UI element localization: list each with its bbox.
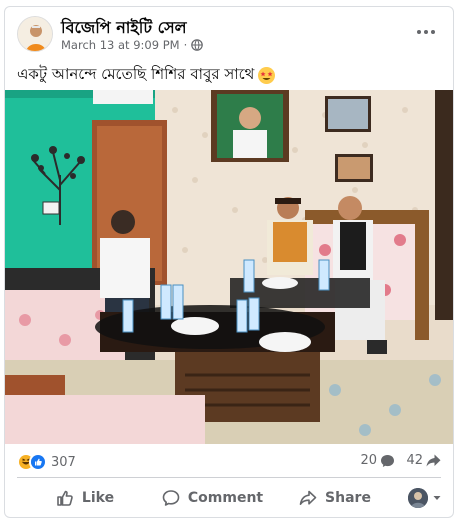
comment-count-value: 20 bbox=[360, 453, 377, 468]
reaction-summary[interactable]: 307 bbox=[17, 453, 76, 471]
like-button[interactable]: Like bbox=[25, 482, 145, 514]
caption-text: একটু আনন্দে মেতেছি শিশির বাবুর সাথে bbox=[17, 65, 255, 83]
comment-button[interactable]: Comment bbox=[145, 482, 280, 514]
page-avatar[interactable] bbox=[17, 16, 53, 52]
comment-count[interactable]: 20 bbox=[360, 453, 395, 468]
divider bbox=[17, 477, 441, 478]
like-icon bbox=[29, 453, 47, 471]
user-avatar bbox=[408, 488, 428, 508]
share-arrow-icon bbox=[426, 454, 441, 467]
share-label: Share bbox=[325, 490, 371, 506]
thumbs-up-icon bbox=[57, 490, 73, 506]
post-card: বিজেপি নাইটি সেল March 13 at 9:09 PM · এ… bbox=[4, 6, 454, 518]
comment-icon bbox=[162, 490, 180, 506]
reaction-count: 307 bbox=[51, 454, 76, 470]
post-caption: একটু আনন্দে মেতেছি শিশির বাবুর সাথে bbox=[17, 63, 276, 88]
caret-down-icon bbox=[433, 496, 441, 500]
post-header: বিজেপি নাইটি সেল March 13 at 9:09 PM · bbox=[5, 7, 453, 59]
action-bar: Like Comment Share bbox=[5, 481, 453, 515]
comment-label: Comment bbox=[187, 490, 264, 506]
post-timestamp[interactable]: March 13 at 9:09 PM bbox=[61, 38, 180, 52]
meta-separator: · bbox=[183, 38, 188, 52]
like-label: Like bbox=[81, 490, 115, 506]
reaction-icons bbox=[17, 453, 47, 471]
share-icon bbox=[299, 490, 317, 505]
share-count[interactable]: 42 bbox=[406, 453, 441, 468]
more-options-icon[interactable] bbox=[413, 23, 439, 41]
profile-selector[interactable] bbox=[400, 482, 450, 514]
share-count-value: 42 bbox=[406, 453, 423, 468]
post-meta: March 13 at 9:09 PM · bbox=[61, 38, 204, 52]
share-button[interactable]: Share bbox=[280, 482, 390, 514]
globe-icon bbox=[191, 39, 204, 51]
comment-bubble-icon bbox=[381, 454, 394, 467]
star-struck-emoji bbox=[258, 67, 276, 84]
post-photo[interactable] bbox=[5, 90, 453, 444]
